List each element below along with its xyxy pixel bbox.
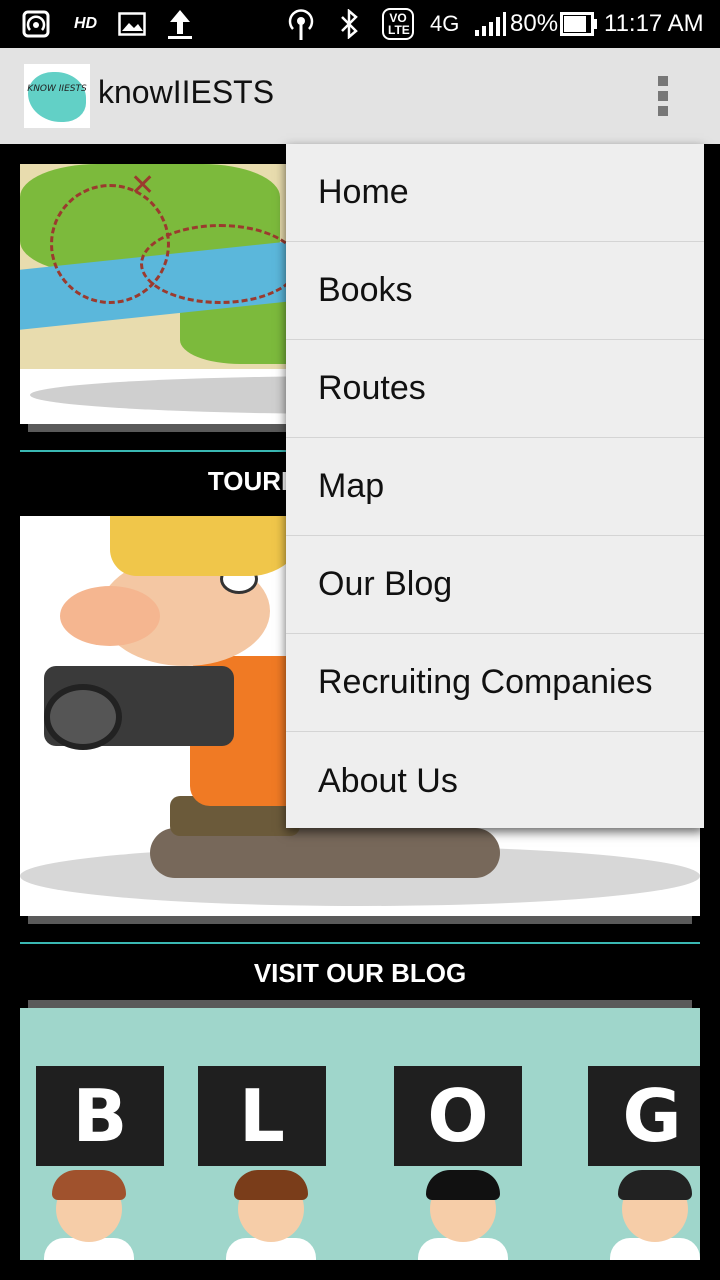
more-vert-icon[interactable] [646,72,680,120]
hotspot-icon [22,0,50,48]
menu-item-recruiting-companies[interactable]: Recruiting Companies [286,634,704,732]
clock: 11:17 AM [604,10,704,37]
blog-letter: L [198,1066,326,1166]
upload-icon [168,0,192,48]
bluetooth-icon [338,0,360,48]
status-bar: HD VO LTE 4G 80% 11:17 AM [0,0,720,48]
menu-item-our-blog[interactable]: Our Blog [286,536,704,634]
blog-letter: O [394,1066,522,1166]
x-mark-icon: ✕ [130,169,156,202]
menu-item-books[interactable]: Books [286,242,704,340]
network-type: 4G [430,11,460,36]
signal-icon [474,0,506,48]
logo-text: KNOW IIESTS [27,84,87,94]
battery-percent: 80% [510,10,559,37]
section-title-blog: VISIT OUR BLOG [253,958,467,988]
camera-lens-icon [44,684,122,750]
overflow-menu: Home Books Routes Map Our Blog Recruitin… [286,144,704,828]
menu-item-routes[interactable]: Routes [286,340,704,438]
blog-letter: B [36,1066,164,1166]
wireless-icon [286,0,316,48]
blog-letter: G [588,1066,700,1166]
menu-item-about-us[interactable]: About Us [286,732,704,830]
blog-image[interactable]: B L O G [20,1008,700,1260]
volte-label: VO LTE [382,8,414,40]
menu-item-home[interactable]: Home [286,144,704,242]
battery-icon [560,0,598,48]
hd-label: HD [74,15,98,32]
menu-item-map[interactable]: Map [286,438,704,536]
app-title: knowIIESTS [98,74,275,110]
app-logo: KNOW IIESTS [24,64,90,128]
image-icon [118,0,146,48]
app-toolbar: KNOW IIESTS knowIIESTS [0,48,720,144]
volte-badge: VO LTE [382,0,414,48]
